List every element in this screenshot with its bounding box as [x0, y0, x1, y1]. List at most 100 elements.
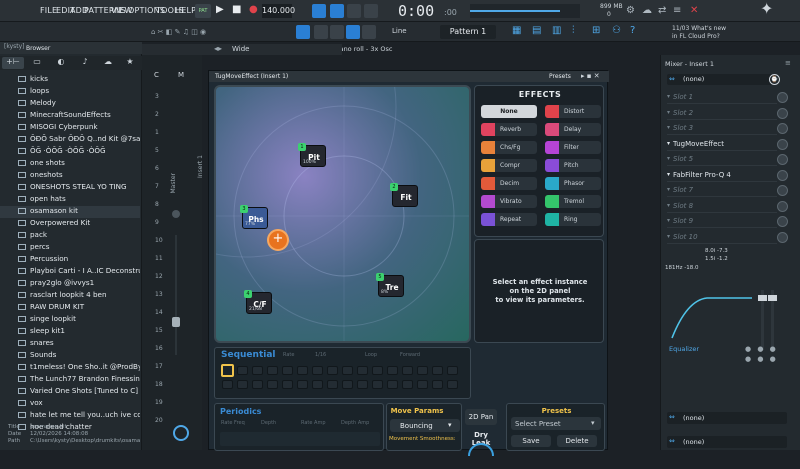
piano-roll-title[interactable]: Piano roll - 3x Osc	[334, 45, 392, 53]
browser-item[interactable]: kicks	[0, 74, 140, 86]
browser-item[interactable]: ONESHOTS STEAL YO TING	[0, 182, 140, 194]
mixer-slot[interactable]: Slot 1 ▾	[667, 91, 777, 104]
pattern-song-toggle[interactable]: PAT	[195, 4, 211, 18]
strip-knob[interactable]	[172, 210, 180, 218]
close-icon[interactable]: ✕	[690, 6, 698, 16]
periodic-rate-amp[interactable]: Rate Amp	[301, 420, 326, 426]
plugin-picker-icon[interactable]: ⚙	[626, 6, 635, 16]
node-phs[interactable]: 3 Phs 77%	[240, 205, 268, 229]
seq-step[interactable]	[357, 366, 368, 375]
eq-curve[interactable]	[667, 280, 757, 340]
tab-folder-icon[interactable]: ▭	[26, 57, 48, 69]
window-controls-icon[interactable]: ▸ ▪ ✕	[581, 72, 600, 80]
eq-knobs[interactable]: ● ● ●	[745, 345, 778, 353]
plugin-db-icon[interactable]: ⚇	[612, 26, 621, 36]
effect-phasor[interactable]: Phasor	[545, 177, 601, 190]
seq-step[interactable]	[417, 380, 428, 389]
seq-step[interactable]	[387, 366, 398, 375]
help-icon[interactable]: ?	[630, 26, 635, 36]
channel-rack-icon[interactable]: ▥	[552, 26, 561, 36]
menu-icon[interactable]: ≡	[785, 59, 791, 67]
node-fit[interactable]: 2 Fit	[390, 183, 418, 207]
seq-step[interactable]	[417, 366, 428, 375]
save-button[interactable]: Save	[511, 435, 551, 447]
tab-all-icon[interactable]: +⊢	[2, 57, 24, 69]
effect-reverb[interactable]: Reverb	[481, 123, 537, 136]
magnet-icon[interactable]	[362, 25, 376, 39]
seq-step[interactable]	[387, 380, 398, 389]
seq-step[interactable]	[237, 380, 248, 389]
seq-step[interactable]	[312, 380, 323, 389]
news-line-2[interactable]: in FL Cloud Pro?	[672, 33, 720, 40]
fader-handle-right[interactable]	[768, 295, 777, 301]
effect-repeat[interactable]: Repeat	[481, 213, 537, 226]
browser-item[interactable]: Varied One Shots [Tuned to C]	[0, 386, 140, 398]
mixer-slot[interactable]: Slot 2 ▾	[667, 107, 777, 120]
browser-item[interactable]: rasclart loopkit 4 ben	[0, 290, 140, 302]
seq-step[interactable]	[282, 366, 293, 375]
browser-view-icon[interactable]: ⊞	[592, 26, 600, 36]
delete-button[interactable]: Delete	[557, 435, 597, 447]
pad-cursor[interactable]: +	[267, 229, 289, 251]
seq-step[interactable]	[432, 380, 443, 389]
strip-fader[interactable]	[172, 317, 180, 327]
browser-item[interactable]: pack	[0, 230, 140, 242]
browser-item[interactable]: osamason kit	[0, 206, 140, 218]
slot-mix-knob[interactable]	[777, 154, 788, 165]
browser-item[interactable]: Percussion	[0, 254, 140, 266]
seq-step[interactable]	[267, 366, 278, 375]
periodic-rate-freq[interactable]: Rate Freq	[221, 420, 245, 426]
mixer-slot[interactable]: FabFilter Pro-Q 4 ▾	[667, 169, 777, 182]
seq-step[interactable]	[252, 380, 263, 389]
seq-direction[interactable]: Forward	[400, 352, 420, 358]
browser-item[interactable]: oneshots	[0, 170, 140, 182]
link-icon[interactable]	[346, 25, 360, 39]
slot-mix-knob[interactable]	[777, 107, 788, 119]
fader-handle-left[interactable]	[758, 295, 767, 301]
mixer-slot[interactable]: Slot 3 ▾	[667, 122, 777, 135]
snap-icon[interactable]	[296, 25, 310, 39]
slot-mix-knob[interactable]	[777, 216, 788, 227]
slot-mix-knob[interactable]	[777, 200, 788, 212]
eq-knobs-2[interactable]: ● ● ●	[745, 355, 778, 363]
browser-item[interactable]: ÕÐÕ Sabr ÕÐÕ Q..nd Kit @7sabr7	[0, 134, 140, 146]
mixer-slot[interactable]: Slot 10 ▾	[667, 231, 777, 244]
browser-item[interactable]: percs	[0, 242, 140, 254]
slot-mix-knob[interactable]	[777, 169, 788, 181]
browser-item[interactable]: hoe dead chatter	[0, 422, 140, 430]
browser-item[interactable]: loops	[0, 86, 140, 98]
seq-step[interactable]	[432, 366, 443, 375]
effect-delay[interactable]: Delay	[545, 123, 601, 136]
browser-item[interactable]: Melody	[0, 98, 140, 110]
seq-step[interactable]	[267, 380, 278, 389]
effect-filter[interactable]: Filter	[545, 141, 601, 154]
effect-pitch[interactable]: Pitch	[545, 159, 601, 172]
node-pit[interactable]: 1 Pit 100%	[298, 143, 326, 167]
news-line-1[interactable]: 11/03 What's new	[672, 25, 726, 32]
mixer-slot[interactable]: Slot 7 ▾	[667, 184, 777, 197]
periodic-depth[interactable]: Depth	[261, 420, 276, 426]
effect-none[interactable]: None	[481, 105, 537, 118]
seq-step[interactable]	[342, 380, 353, 389]
browser-item[interactable]: open hats	[0, 194, 140, 206]
seq-loop[interactable]: Loop	[365, 352, 377, 358]
mixer-icon[interactable]: ≡	[673, 6, 681, 16]
seq-active-step[interactable]	[221, 364, 234, 377]
seq-step[interactable]	[402, 380, 413, 389]
seq-rate[interactable]: Rate	[283, 352, 294, 358]
clock-icon[interactable]: ⌚	[769, 74, 780, 85]
effect-compr[interactable]: Compr	[481, 159, 537, 172]
slot-mix-knob[interactable]	[777, 92, 788, 103]
browser-item[interactable]: hate let me tell you..uch ive come to ha…	[0, 410, 140, 422]
mixer-slot[interactable]: Slot 5 ▾	[667, 153, 777, 166]
output-select-1[interactable]: ⇔ (none)	[667, 412, 787, 424]
play-icon[interactable]: ▶	[216, 5, 224, 15]
browser-item[interactable]: MISOGI Cyberpunk	[0, 122, 140, 134]
menu-help[interactable]: HELP	[175, 6, 196, 15]
seq-step[interactable]	[237, 366, 248, 375]
metronome-icon[interactable]	[312, 4, 326, 18]
snap-mode[interactable]: Line	[392, 27, 407, 35]
mixer-slot[interactable]: TugMoveEffect ▾	[667, 138, 777, 151]
node-cf[interactable]: 4 C/F 21/68	[244, 290, 272, 314]
tempo-display[interactable]: 140.000	[262, 4, 295, 18]
